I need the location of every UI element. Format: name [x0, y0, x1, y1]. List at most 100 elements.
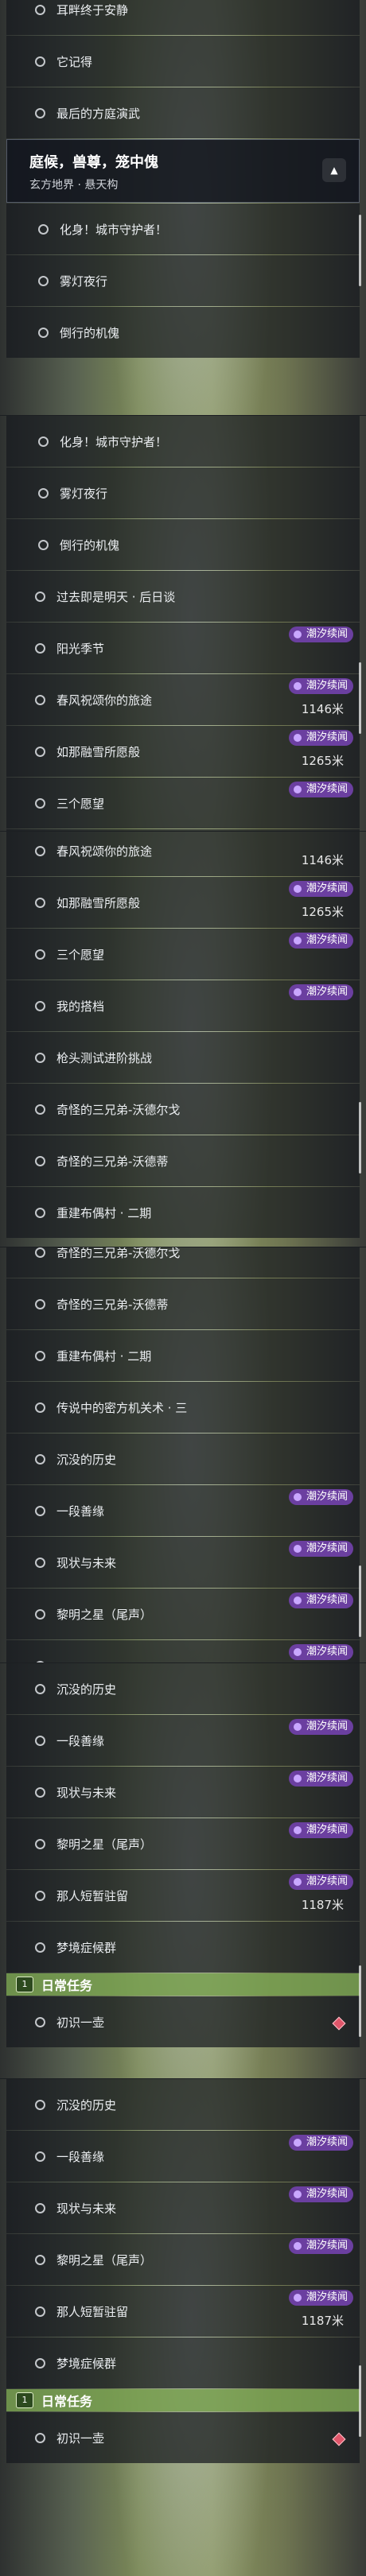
quest-item[interactable]: 奇怪的三兄弟-沃德蒂	[6, 1278, 360, 1329]
collapse-icon[interactable]: ▲	[322, 158, 346, 182]
quest-item-label: 三个愿望	[56, 796, 105, 811]
quest-item[interactable]: 枪头测试进阶挑战	[6, 1032, 360, 1083]
quest-item[interactable]: 那人短暂驻留 潮汐续闻 1187米	[6, 1870, 360, 1921]
quest-item[interactable]: 初识一壶	[6, 1996, 360, 2047]
quest-item[interactable]: 如那融雪所愿般 潮汐续闻 1265米	[6, 726, 360, 777]
quest-item[interactable]: 春风祝颂你的旅途 潮汐续闻 1146米	[6, 674, 360, 725]
quest-item[interactable]: 三个愿望潮汐续闻	[6, 778, 360, 828]
quest-status-circle-icon	[35, 845, 45, 856]
quest-list: 沉没的历史 一段善缘 潮汐续闻 现状与未来 潮汐续闻 黎明之星（尾声） 潮汐续闻 那人短暂驻留…	[6, 2079, 360, 2464]
quest-item[interactable]: 化身！城市守护者！	[6, 416, 360, 467]
quest-item[interactable]: 沉没的历史	[6, 1663, 360, 1714]
quest-item[interactable]: 奇怪的三兄弟-沃德尔戈	[6, 1084, 360, 1135]
quest-item[interactable]: 如那融雪所愿般 潮汐续闻 1265米	[6, 877, 360, 928]
quest-item[interactable]: 沉没的历史	[6, 1433, 360, 1484]
quest-item[interactable]: 一段善缘 潮汐续闻	[6, 1485, 360, 1536]
quest-item[interactable]: 一段善缘 潮汐续闻	[6, 1715, 360, 1766]
quest-item[interactable]: 奇怪的三兄弟-沃德蒂	[6, 1135, 360, 1186]
quest-status-circle-icon	[35, 1247, 45, 1258]
quest-item-label: 现状与未来	[56, 2201, 117, 2216]
quest-item-label: 黎明之星（尾声）	[56, 2252, 153, 2268]
quest-status-circle-icon	[35, 1000, 45, 1011]
scrollbar[interactable]	[359, 1102, 361, 1174]
quest-item[interactable]: 它记得	[6, 36, 360, 87]
quest-item[interactable]: 重建布偶村 · 二期	[6, 1330, 360, 1381]
quest-status-circle-icon	[35, 1890, 45, 1901]
quest-item[interactable]: 最后的方庭演武	[6, 87, 360, 138]
quest-item[interactable]: 现状与未来 潮汐续闻	[6, 1537, 360, 1588]
quest-item[interactable]: 倒行的机傀	[6, 307, 360, 358]
quest-item[interactable]: 梦境症候群	[6, 2337, 360, 2388]
quest-item[interactable]: 潮汐续闻	[6, 829, 360, 831]
quest-item[interactable]: 雾灯夜行	[6, 255, 360, 306]
quest-distance: 1146米	[301, 702, 344, 716]
quest-item[interactable]: 我的搭档 潮汐续闻	[6, 980, 360, 1031]
quest-status-circle-icon	[35, 2254, 45, 2265]
scrollbar[interactable]	[359, 1965, 361, 2037]
quest-item[interactable]: 黎明之星（尾声） 潮汐续闻	[6, 2234, 360, 2285]
quest-item[interactable]: 潮汐续闻	[6, 1640, 360, 1662]
quest-item[interactable]: 倒行的机傀	[6, 519, 360, 570]
quest-item[interactable]: 阳光季节 潮汐续闻	[6, 623, 360, 673]
quest-panel: 沉没的历史一段善缘 潮汐续闻 现状与未来 潮汐续闻 黎明之星（尾声） 潮汐续闻 那人短暂驻留…	[0, 1663, 366, 2078]
quest-item[interactable]: 传说中的密方机关术 · 三	[6, 1382, 360, 1433]
quest-group-header[interactable]: 庭候，兽尊，笼中傀 玄方地界 · 悬天构 ▲	[6, 139, 360, 203]
quest-item-label: 过去即是明天 · 后日谈	[56, 589, 176, 604]
quest-group-subtitle: 玄方地界 · 悬天构	[29, 179, 119, 192]
quest-list: 春风祝颂你的旅途 1146米 如那融雪所愿般 潮汐续闻 1265米 三个愿望 潮汐续闻 我的搭…	[6, 832, 360, 1239]
tidal-news-badge: 潮汐续闻	[288, 2290, 353, 2306]
quest-item-label: 现状与未来	[56, 1785, 117, 1800]
quest-status-circle-icon	[35, 2016, 45, 2027]
section-daily-tasks[interactable]: 1 日常任务	[6, 1973, 360, 1996]
quest-item[interactable]: 梦境症候群	[6, 1922, 360, 1973]
quest-item-label: 一段善缘	[56, 1733, 105, 1748]
quest-status-circle-icon	[38, 487, 49, 499]
quest-status-circle-icon	[35, 4, 45, 15]
quest-status-circle-icon	[35, 1942, 45, 1953]
quest-item-label: 它记得	[56, 54, 93, 69]
quest-status-circle-icon	[35, 56, 45, 67]
scrollbar[interactable]	[359, 2365, 361, 2437]
quest-item[interactable]: 耳畔终于安静	[6, 0, 360, 35]
tidal-news-badge: 潮汐续闻	[288, 1489, 353, 1505]
quest-status-circle-icon	[35, 897, 45, 908]
quest-item[interactable]: 那人短暂驻留 潮汐续闻 1187米	[6, 2286, 360, 2337]
quest-item-label: 我的搭档	[56, 999, 105, 1014]
quest-status-circle-icon	[38, 327, 49, 338]
quest-item[interactable]: 化身！城市守护者！	[6, 204, 360, 254]
quest-item[interactable]: 黎明之星（尾声） 潮汐续闻	[6, 1589, 360, 1639]
quest-item[interactable]: 沉没的历史	[6, 2079, 360, 2130]
tidal-news-badge: 潮汐续闻	[288, 984, 353, 1000]
quest-list: 沉没的历史一段善缘 潮汐续闻 现状与未来 潮汐续闻 黎明之星（尾声） 潮汐续闻 那人短暂驻留…	[6, 1663, 360, 2048]
quest-item-label: 现状与未来	[56, 1555, 117, 1570]
quest-item[interactable]: 重建布偶村 · 二期	[6, 1187, 360, 1238]
quest-status-circle-icon	[35, 1660, 45, 1662]
quest-item[interactable]: 初识一壶	[6, 2412, 360, 2463]
quest-item[interactable]: 春风祝颂你的旅途 1146米	[6, 832, 360, 876]
quest-item[interactable]: 三个愿望 潮汐续闻	[6, 929, 360, 980]
quest-distance: 1265米	[301, 754, 344, 768]
scrollbar[interactable]	[359, 1565, 361, 1637]
quest-item-label: 春风祝颂你的旅途	[56, 692, 153, 708]
quest-item-label: 传说中的密方机关术 · 三	[56, 1400, 188, 1415]
quest-item[interactable]: 雾灯夜行	[6, 467, 360, 518]
quest-item-label: 沉没的历史	[56, 1682, 117, 1697]
quest-status-circle-icon	[35, 1453, 45, 1465]
scrollbar[interactable]	[359, 215, 361, 286]
scrollbar[interactable]	[359, 662, 361, 734]
quest-item[interactable]: 黎明之星（尾声） 潮汐续闻	[6, 1818, 360, 1869]
quest-item[interactable]: 过去即是明天 · 后日谈	[6, 571, 360, 622]
quest-item-label: 雾灯夜行	[60, 274, 108, 289]
quest-status-circle-icon	[35, 1787, 45, 1798]
quest-distance: 1187米	[301, 2314, 344, 2328]
quest-item[interactable]: 现状与未来 潮汐续闻	[6, 2182, 360, 2233]
quest-status-circle-icon	[35, 1402, 45, 1413]
quest-item-label: 梦境症候群	[56, 1940, 117, 1955]
quest-status-circle-icon	[35, 694, 45, 705]
quest-item[interactable]: 现状与未来 潮汐续闻	[6, 1767, 360, 1818]
section-daily-tasks[interactable]: 1 日常任务	[6, 2389, 360, 2411]
quest-item-label: 初识一壶	[56, 2431, 105, 2446]
quest-status-circle-icon	[35, 2357, 45, 2368]
quest-item[interactable]: 一段善缘 潮汐续闻	[6, 2131, 360, 2182]
quest-item[interactable]: 奇怪的三兄弟-沃德尔戈	[6, 1247, 360, 1278]
